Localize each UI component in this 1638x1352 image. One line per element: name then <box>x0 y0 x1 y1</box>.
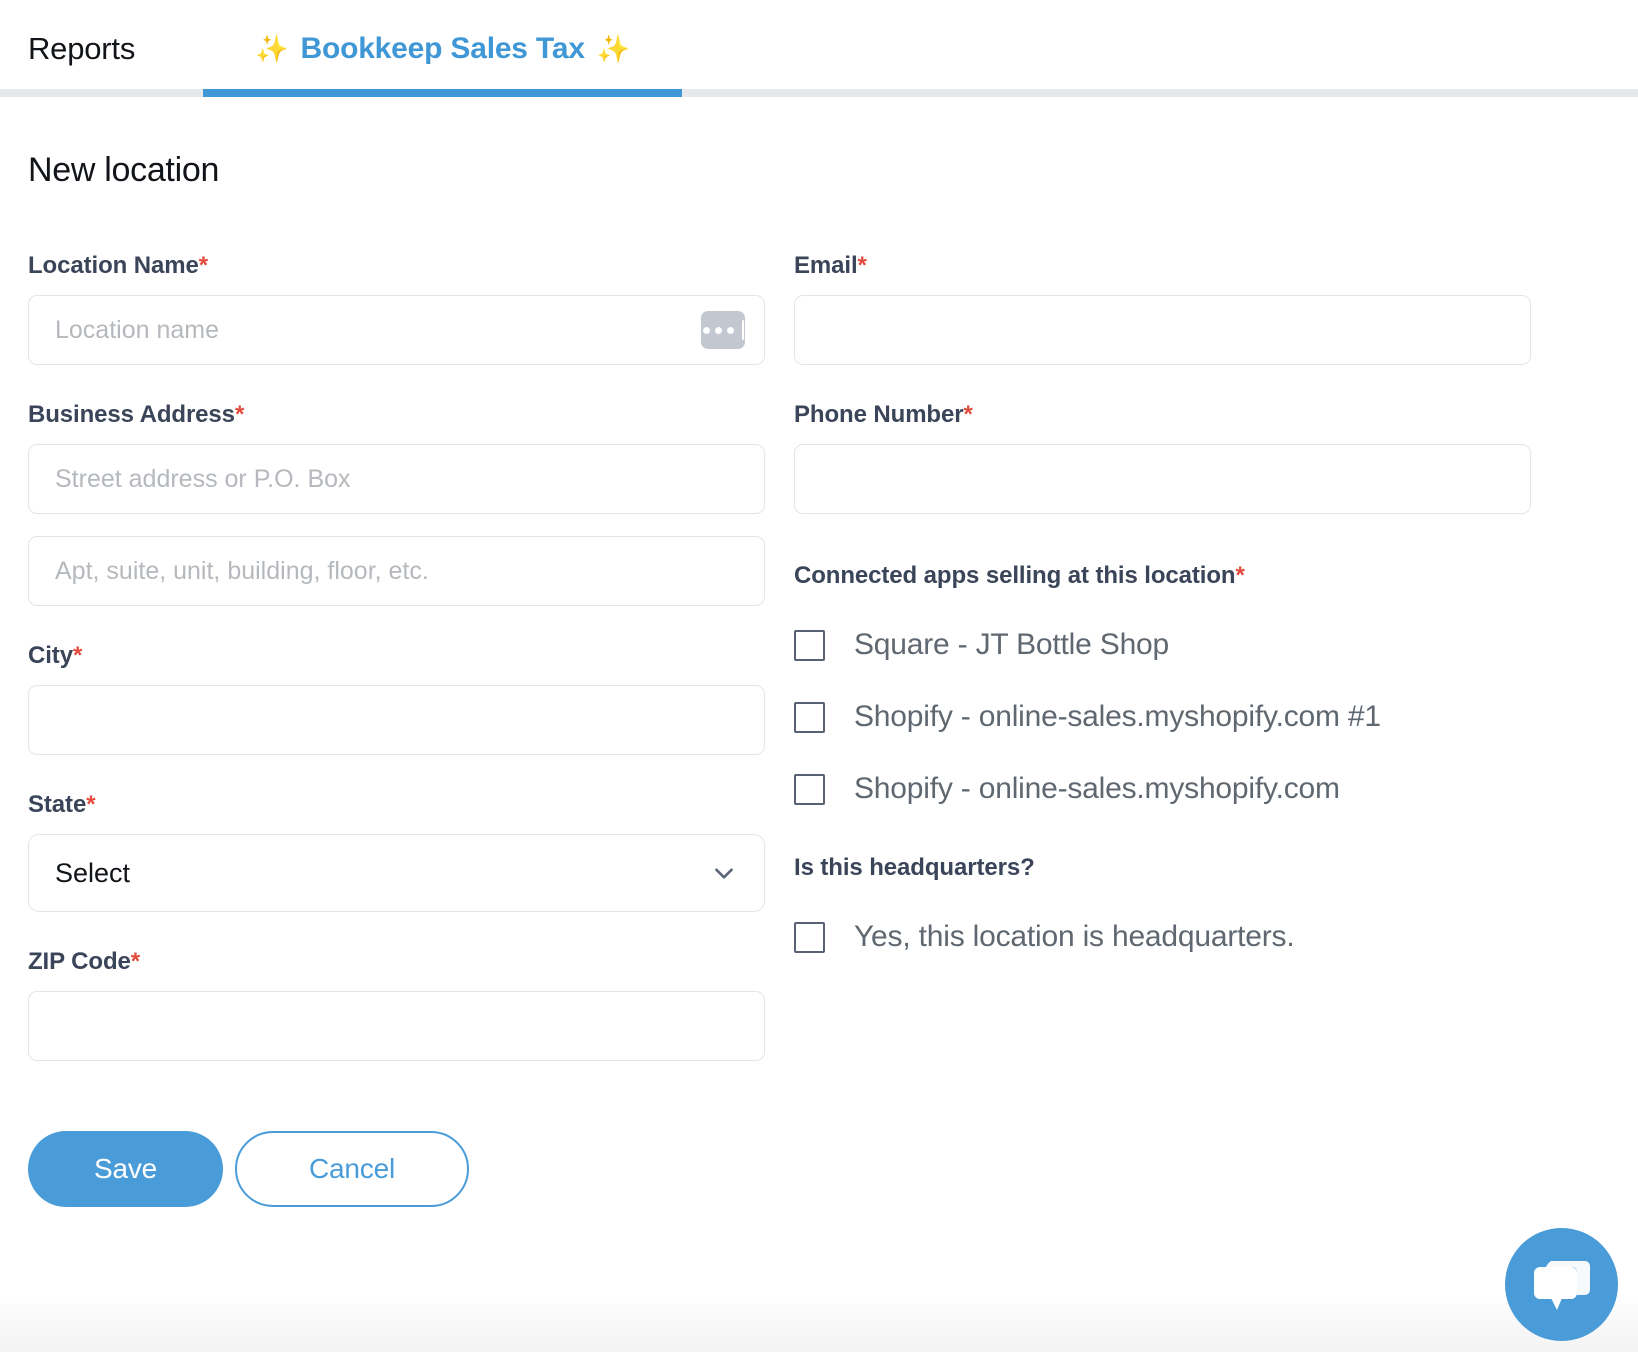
field-business-address: Business Address* <box>28 401 765 606</box>
field-zip-code: ZIP Code* <box>28 948 765 1061</box>
text-caret <box>741 320 744 340</box>
checkbox-connected-app-0[interactable]: Square - JT Bottle Shop <box>794 628 1531 662</box>
chat-widget-button[interactable] <box>1505 1228 1618 1341</box>
field-email: Email* <box>794 252 1531 365</box>
field-connected-apps: Connected apps selling at this location*… <box>794 562 1531 806</box>
city-label-text: City <box>28 642 73 669</box>
ellipsis-icon[interactable] <box>701 311 745 349</box>
field-headquarters: Is this headquarters? Yes, this location… <box>794 854 1531 954</box>
location-name-input[interactable] <box>28 295 765 365</box>
field-city: City* <box>28 642 765 755</box>
checkbox-headquarters[interactable]: Yes, this location is headquarters. <box>794 920 1531 954</box>
form-actions: Save Cancel <box>28 1131 765 1207</box>
phone-number-label: Phone Number* <box>794 401 1531 429</box>
tab-reports[interactable]: Reports <box>0 0 135 97</box>
state-select-wrap: Select <box>28 834 765 912</box>
checkbox-connected-app-1[interactable]: Shopify - online-sales.myshopify.com #1 <box>794 700 1531 734</box>
phone-number-input[interactable] <box>794 444 1531 514</box>
new-location-page: New location Location Name* Location nam… <box>0 97 1638 1207</box>
ellipsis-dot <box>726 326 734 334</box>
field-location-name: Location Name* <box>28 252 765 365</box>
required-asterisk: * <box>1235 562 1245 589</box>
location-name-label-text: Location Name <box>28 252 199 279</box>
business-address-label: Business Address* <box>28 401 765 429</box>
bottom-gradient-band <box>0 1294 1638 1352</box>
checkbox-icon[interactable] <box>794 629 825 661</box>
city-label: City* <box>28 642 765 670</box>
required-asterisk: * <box>234 401 245 428</box>
phone-number-label-text: Phone Number <box>794 401 964 428</box>
checkbox-connected-app-2[interactable]: Shopify - online-sales.myshopify.com <box>794 772 1531 806</box>
headquarters-label: Is this headquarters? <box>794 854 1035 881</box>
required-asterisk: * <box>857 252 867 279</box>
active-tab-underline <box>203 89 683 97</box>
connected-apps-label: Connected apps selling at this location* <box>794 562 1531 590</box>
checkbox-label: Shopify - online-sales.myshopify.com <box>854 772 1340 805</box>
email-label-text: Email <box>794 252 858 279</box>
checkbox-icon[interactable] <box>794 701 825 733</box>
form-columns: Location Name* Business Address* <box>28 252 1610 1207</box>
tab-bookkeep-sales-tax[interactable]: ✨ Bookkeep Sales Tax ✨ <box>203 0 683 97</box>
save-button[interactable]: Save <box>28 1131 223 1207</box>
tab-bookkeep-sales-tax-label: Bookkeep Sales Tax <box>300 31 585 65</box>
business-address-line2-input[interactable] <box>28 536 765 606</box>
page-title: New location <box>28 151 220 189</box>
form-column-left: Location Name* Business Address* <box>28 252 765 1207</box>
email-input[interactable] <box>794 295 1531 365</box>
zip-code-input[interactable] <box>28 991 765 1061</box>
checkbox-label: Yes, this location is headquarters. <box>854 920 1295 953</box>
location-name-input-wrap <box>28 295 765 365</box>
sparkles-icon-right: ✨ <box>596 33 631 64</box>
top-tab-bar: Reports ✨ Bookkeep Sales Tax ✨ <box>0 0 1638 97</box>
required-asterisk: * <box>963 401 973 428</box>
form-column-right: Email* Phone Number* Connected apps sell… <box>794 252 1531 954</box>
required-asterisk: * <box>72 642 83 669</box>
zip-code-label: ZIP Code* <box>28 948 765 976</box>
checkbox-label: Square - JT Bottle Shop <box>854 628 1170 661</box>
email-label: Email* <box>794 252 1531 280</box>
sparkles-icon-left: ✨ <box>255 33 289 64</box>
connected-apps-label-text: Connected apps selling at this location <box>794 562 1236 589</box>
checkbox-icon[interactable] <box>794 921 825 953</box>
state-label: State* <box>28 791 765 819</box>
required-asterisk: * <box>86 791 96 818</box>
cancel-button[interactable]: Cancel <box>235 1131 469 1207</box>
required-asterisk: * <box>198 252 208 279</box>
checkbox-icon[interactable] <box>794 773 825 805</box>
chat-bubbles-icon <box>1531 1258 1593 1312</box>
state-label-text: State <box>28 791 87 818</box>
field-state: State* Select <box>28 791 765 912</box>
ellipsis-dot <box>702 326 710 334</box>
state-select[interactable]: Select <box>28 834 765 912</box>
ellipsis-dot <box>714 326 722 334</box>
field-phone-number: Phone Number* <box>794 401 1531 514</box>
business-address-line1-input[interactable] <box>28 444 765 514</box>
checkbox-label: Shopify - online-sales.myshopify.com #1 <box>854 700 1381 733</box>
zip-code-label-text: ZIP Code <box>28 948 131 975</box>
state-select-value: Select <box>55 857 131 888</box>
business-address-label-text: Business Address <box>28 401 235 428</box>
city-input[interactable] <box>28 685 765 755</box>
required-asterisk: * <box>130 948 141 975</box>
tab-reports-label: Reports <box>28 30 136 66</box>
location-name-label: Location Name* <box>28 252 765 280</box>
